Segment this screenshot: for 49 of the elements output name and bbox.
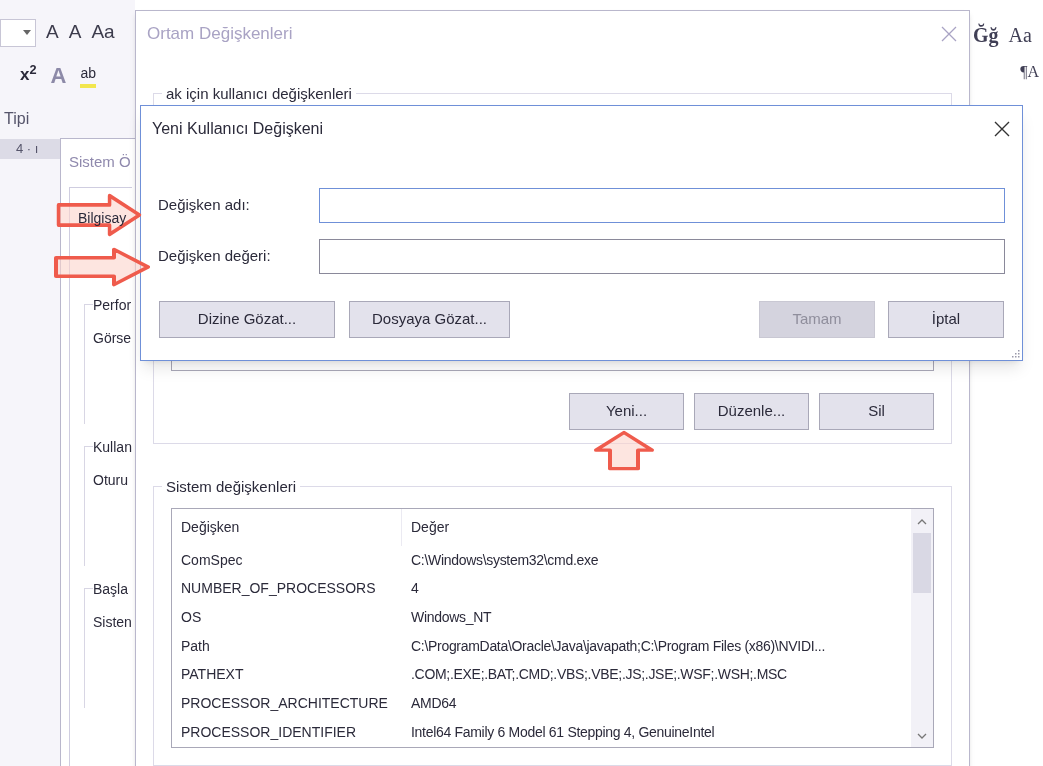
- close-icon[interactable]: [994, 120, 1010, 137]
- table-cell-text: 4: [410, 579, 419, 599]
- style-preview[interactable]: Ğğ: [973, 20, 999, 50]
- resize-grip-icon[interactable]: [1011, 349, 1020, 358]
- table-cell-text: OS: [180, 608, 203, 628]
- group-text: Görse: [93, 329, 132, 348]
- highlight-button[interactable]: ab: [80, 62, 97, 88]
- table-cell-text: C:\ProgramData\Oracle\Java\javapath;C:\Program Files (x86)\NVIDI...: [410, 636, 826, 656]
- table-cell-text: C:\Windows\system32\cmd.exe: [410, 550, 599, 570]
- group-text: Oturu: [93, 471, 129, 490]
- dialog-button[interactable]: Yeni...: [569, 392, 684, 430]
- window-title: Ortam Değişkenleri: [147, 22, 293, 45]
- table-cell-text: Intel64 Family 6 Model 61 Stepping 4, GenuineIntel: [410, 722, 715, 742]
- ribbon-group-label: Tipi: [3, 109, 31, 129]
- style-preview[interactable]: ¶A: [1020, 60, 1039, 86]
- dialog-button[interactable]: Dosyaya Gözat...: [349, 301, 510, 338]
- scrollbar-thumb[interactable]: [913, 532, 931, 593]
- window-title: Yeni Kullanıcı Değişkeni: [152, 118, 324, 139]
- input-field[interactable]: [319, 188, 1005, 223]
- table-cell-text: ComSpec: [180, 550, 244, 570]
- table-cell-text: PROCESSOR_ARCHITECTURE: [180, 694, 389, 714]
- table-cell-text: NUMBER_OF_PROCESSORS: [180, 579, 377, 599]
- column-header[interactable]: Değer: [402, 516, 450, 538]
- scroll-down-icon[interactable]: [917, 732, 927, 739]
- change-case-button[interactable]: Aa: [91, 18, 115, 47]
- group-text: Sisten: [93, 613, 132, 632]
- dialog-button[interactable]: Dizine Gözat...: [159, 301, 335, 338]
- dialog-button[interactable]: İptal: [888, 301, 1004, 338]
- table-cell-text: .COM;.EXE;.BAT;.CMD;.VBS;.VBE;.JS;.JSE;.WSF;.WSH;.MSC: [410, 665, 787, 685]
- font-size-button[interactable]: A: [46, 18, 59, 47]
- table-cell-text: PROCESSOR_IDENTIFIER: [180, 722, 358, 742]
- font-size-button[interactable]: A: [68, 18, 82, 47]
- table-cell-text: Windows_NT: [410, 608, 492, 628]
- field-label: Değişken değeri:: [157, 246, 272, 267]
- dialog-button[interactable]: Düzenle...: [694, 392, 809, 430]
- scrollbar[interactable]: [911, 508, 933, 747]
- annotation-arrow: [592, 430, 656, 472]
- dialog-button[interactable]: Sil: [819, 392, 934, 430]
- caret-down-icon: [23, 30, 31, 35]
- input-field[interactable]: [319, 239, 1005, 274]
- font-size-dropdown[interactable]: [0, 18, 36, 47]
- column-header[interactable]: Değişken: [172, 508, 402, 547]
- scroll-up-icon[interactable]: [917, 518, 927, 525]
- superscript-button[interactable]: x$^{2}$: [20, 62, 37, 88]
- table-cell-text: Path: [180, 636, 211, 656]
- table-cell-text: PATHEXT: [180, 665, 245, 685]
- table-cell-text: AMD64: [410, 694, 457, 714]
- field-label: Değişken adı:: [157, 195, 251, 216]
- style-preview[interactable]: Aa: [1008, 20, 1032, 50]
